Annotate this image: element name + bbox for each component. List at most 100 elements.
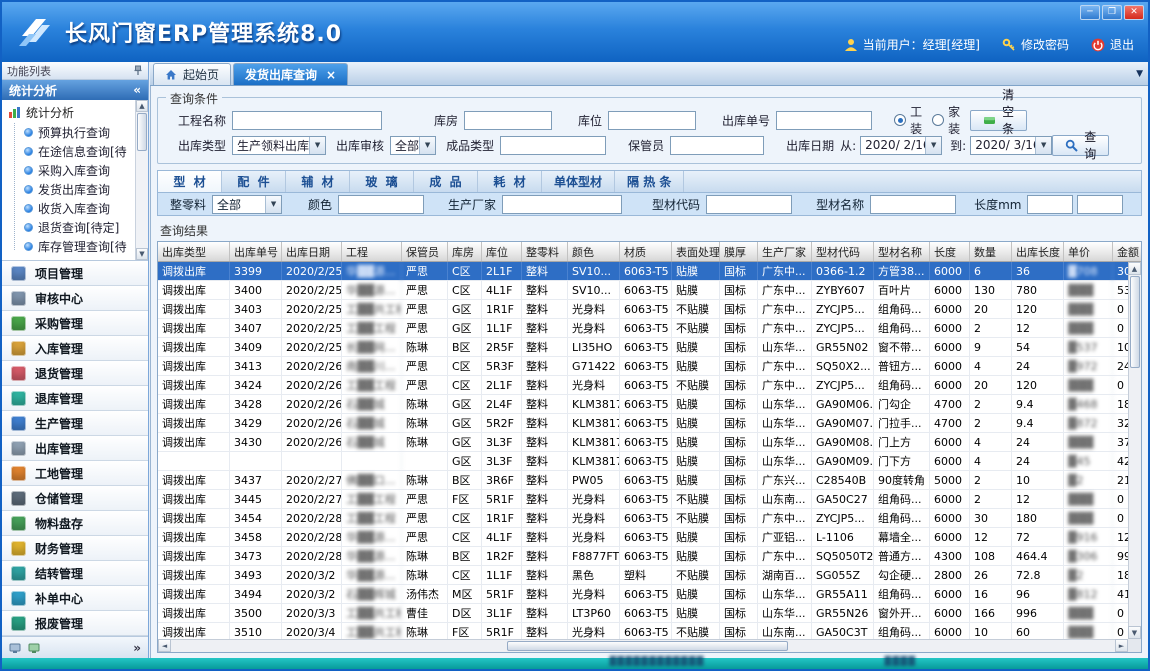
table-row[interactable]: 调拨出库34732020/2/28华▓▓源...陈琳B区1R2F整料F8877F… xyxy=(158,547,1142,566)
sidebar-menu-item[interactable]: 退库管理 xyxy=(2,386,148,411)
tree-item[interactable]: 收货入库查询 xyxy=(2,199,148,218)
horizontal-scroll-thumb[interactable] xyxy=(507,641,788,651)
scroll-down-icon[interactable]: ▼ xyxy=(136,248,148,260)
tree-item[interactable]: 库存管理查询[待 xyxy=(2,237,148,256)
sidebar-menu-item[interactable]: 采购管理 xyxy=(2,311,148,336)
sidebar-group-header[interactable]: 统计分析 « xyxy=(2,80,148,100)
tree-item[interactable]: 预算执行查询 xyxy=(2,123,148,142)
tab-close-icon[interactable]: × xyxy=(326,68,336,82)
table-row[interactable]: 调拨出库33992020/2/25华▓▓源...严思C区2L1F整料SV10..… xyxy=(158,262,1142,281)
column-header[interactable]: 长度 xyxy=(930,242,970,261)
keeper-input[interactable] xyxy=(670,136,764,155)
sidebar-menu-item[interactable]: 仓储管理 xyxy=(2,486,148,511)
sidebar-menu-item[interactable]: 退货管理 xyxy=(2,361,148,386)
monitor-icon[interactable] xyxy=(9,642,21,654)
search-button[interactable]: 查 询 xyxy=(1052,135,1109,156)
sidebar-menu-item[interactable]: 结转管理 xyxy=(2,561,148,586)
order-no-input[interactable] xyxy=(776,111,872,130)
sidebar-menu-item[interactable]: 工地管理 xyxy=(2,461,148,486)
date-to-select[interactable]: 2020/ 3/16 ▼ xyxy=(970,136,1052,155)
material-tab[interactable]: 隔 热 条 xyxy=(615,171,684,192)
sidebar-menu-item[interactable]: 出库管理 xyxy=(2,436,148,461)
sidebar-menu-item[interactable]: 财务管理 xyxy=(2,536,148,561)
sidebar-menu-item[interactable]: 项目管理 xyxy=(2,261,148,286)
table-row[interactable]: 调拨出库34282020/2/26石▓▓城陈琳G区2L4F整料KLM381760… xyxy=(158,395,1142,414)
material-tab[interactable]: 玻 璃 xyxy=(350,171,414,192)
minimize-button[interactable]: ─ xyxy=(1080,5,1100,20)
table-row[interactable]: 调拨出库34292020/2/26石▓▓城陈琳G区5R2F整料KLM381760… xyxy=(158,414,1142,433)
sidebar-menu-item[interactable]: 入库管理 xyxy=(2,336,148,361)
column-header[interactable]: 表面处理 xyxy=(672,242,720,261)
table-row[interactable]: 调拨出库34242020/2/26工▓▓工程严思C区2L1F整料光身料6063-… xyxy=(158,376,1142,395)
table-row[interactable]: G区3L3F整料KLM38176063-T5贴膜国标山东华...GA90M09.… xyxy=(158,452,1142,471)
sidebar-menu-item[interactable]: 报废管理 xyxy=(2,611,148,636)
whole-select[interactable]: 全部 ▼ xyxy=(212,195,282,214)
scroll-up-icon[interactable]: ▲ xyxy=(1128,262,1141,275)
column-header[interactable]: 颜色 xyxy=(568,242,620,261)
material-tab[interactable]: 成 品 xyxy=(414,171,478,192)
sidebar-menu-item[interactable]: 审核中心 xyxy=(2,286,148,311)
table-row[interactable]: 调拨出库35002020/3/3工▓▓共工程曹佳D区3L1F整料LT3P6060… xyxy=(158,604,1142,623)
column-header[interactable]: 单价 xyxy=(1064,242,1113,261)
date-from-select[interactable]: 2020/ 2/16 ▼ xyxy=(860,136,942,155)
maximize-button[interactable]: ❐ xyxy=(1102,5,1122,20)
project-name-input[interactable] xyxy=(232,111,382,130)
tree-item[interactable]: 发货出库查询 xyxy=(2,180,148,199)
tree-item[interactable]: 采购入库查询 xyxy=(2,161,148,180)
length-to-input[interactable] xyxy=(1077,195,1123,214)
tree-item[interactable]: 退货查询[待定] xyxy=(2,218,148,237)
pin-icon[interactable] xyxy=(133,65,143,76)
tab-overflow-button[interactable]: ▼ xyxy=(1136,69,1143,79)
column-header[interactable]: 型材代码 xyxy=(812,242,874,261)
column-header[interactable]: 生产厂家 xyxy=(758,242,812,261)
table-row[interactable]: 调拨出库34092020/2/25长▓▓网...陈琳B区2R5F整料LI35HO… xyxy=(158,338,1142,357)
scroll-up-icon[interactable]: ▲ xyxy=(136,100,148,112)
location-input[interactable] xyxy=(608,111,696,130)
column-header[interactable]: 出库长度 xyxy=(1012,242,1064,261)
collapse-icon[interactable]: « xyxy=(133,83,141,97)
sidebar-menu-item[interactable]: 补单中心 xyxy=(2,586,148,611)
horizontal-scrollbar[interactable]: ◄ ► xyxy=(158,639,1128,652)
table-row[interactable]: 调拨出库34452020/2/27工▓▓工程严思F区5R1F整料光身料6063-… xyxy=(158,490,1142,509)
color-input[interactable] xyxy=(338,195,424,214)
table-row[interactable]: 调拨出库34582020/2/28华▓▓源...严思C区4L1F整料光身料606… xyxy=(158,528,1142,547)
radio-homewear[interactable] xyxy=(932,114,944,126)
table-row[interactable]: 调拨出库34542020/2/28工▓▓工程严思C区1R1F整料光身料6063-… xyxy=(158,509,1142,528)
audit-select[interactable]: 全部 ▼ xyxy=(390,136,436,155)
table-row[interactable]: 调拨出库34932020/3/2华▓▓源...陈琳C区1L1F整料黑色塑料不贴膜… xyxy=(158,566,1142,585)
tree-scroll-thumb[interactable] xyxy=(137,113,147,151)
clear-filters-button[interactable]: 清空条件 xyxy=(970,110,1027,131)
column-header[interactable]: 出库类型 xyxy=(158,242,230,261)
tab-outbound-query[interactable]: 发货出库查询 × xyxy=(233,63,348,85)
sidebar-menu-item[interactable]: 生产管理 xyxy=(2,411,148,436)
tab-home[interactable]: 起始页 xyxy=(153,63,231,85)
table-row[interactable]: 调拨出库34002020/2/25华▓▓源...严思C区4L1F整料SV10..… xyxy=(158,281,1142,300)
column-header[interactable]: 膜厚 xyxy=(720,242,758,261)
table-row[interactable]: 调拨出库34302020/2/26石▓▓城陈琳G区3L3F整料KLM381760… xyxy=(158,433,1142,452)
column-header[interactable]: 数量 xyxy=(970,242,1012,261)
table-row[interactable]: 调拨出库34942020/3/2石▓▓辉城汤伟杰M区5R1F整料光身料6063-… xyxy=(158,585,1142,604)
scroll-left-icon[interactable]: ◄ xyxy=(158,639,171,652)
product-type-input[interactable] xyxy=(500,136,606,155)
tree-scrollbar[interactable]: ▲ ▼ xyxy=(135,100,148,260)
scroll-right-icon[interactable]: ► xyxy=(1115,639,1128,652)
column-header[interactable]: 库位 xyxy=(482,242,522,261)
maker-input[interactable] xyxy=(502,195,622,214)
column-header[interactable]: 材质 xyxy=(620,242,672,261)
radio-workwear[interactable] xyxy=(894,114,906,126)
column-header[interactable]: 保管员 xyxy=(402,242,448,261)
column-header[interactable]: 库房 xyxy=(448,242,482,261)
profile-name-input[interactable] xyxy=(870,195,956,214)
warehouse-input[interactable] xyxy=(464,111,552,130)
table-row[interactable]: 调拨出库35102020/3/4工▓▓共工程陈琳F区5R1F整料光身料6063-… xyxy=(158,623,1142,639)
table-row[interactable]: 调拨出库34072020/2/25工▓▓工程严思G区1L1F整料光身料6063-… xyxy=(158,319,1142,338)
material-tab[interactable]: 型 材 xyxy=(158,171,222,192)
material-tab[interactable]: 辅 材 xyxy=(286,171,350,192)
length-from-input[interactable] xyxy=(1027,195,1073,214)
material-tab[interactable]: 配 件 xyxy=(222,171,286,192)
column-header[interactable]: 金额 xyxy=(1113,242,1142,261)
column-header[interactable]: 整零料 xyxy=(522,242,568,261)
expand-icon[interactable]: » xyxy=(133,641,141,655)
column-header[interactable]: 出库日期 xyxy=(282,242,342,261)
out-type-select[interactable]: 生产领料出库 ▼ xyxy=(232,136,326,155)
